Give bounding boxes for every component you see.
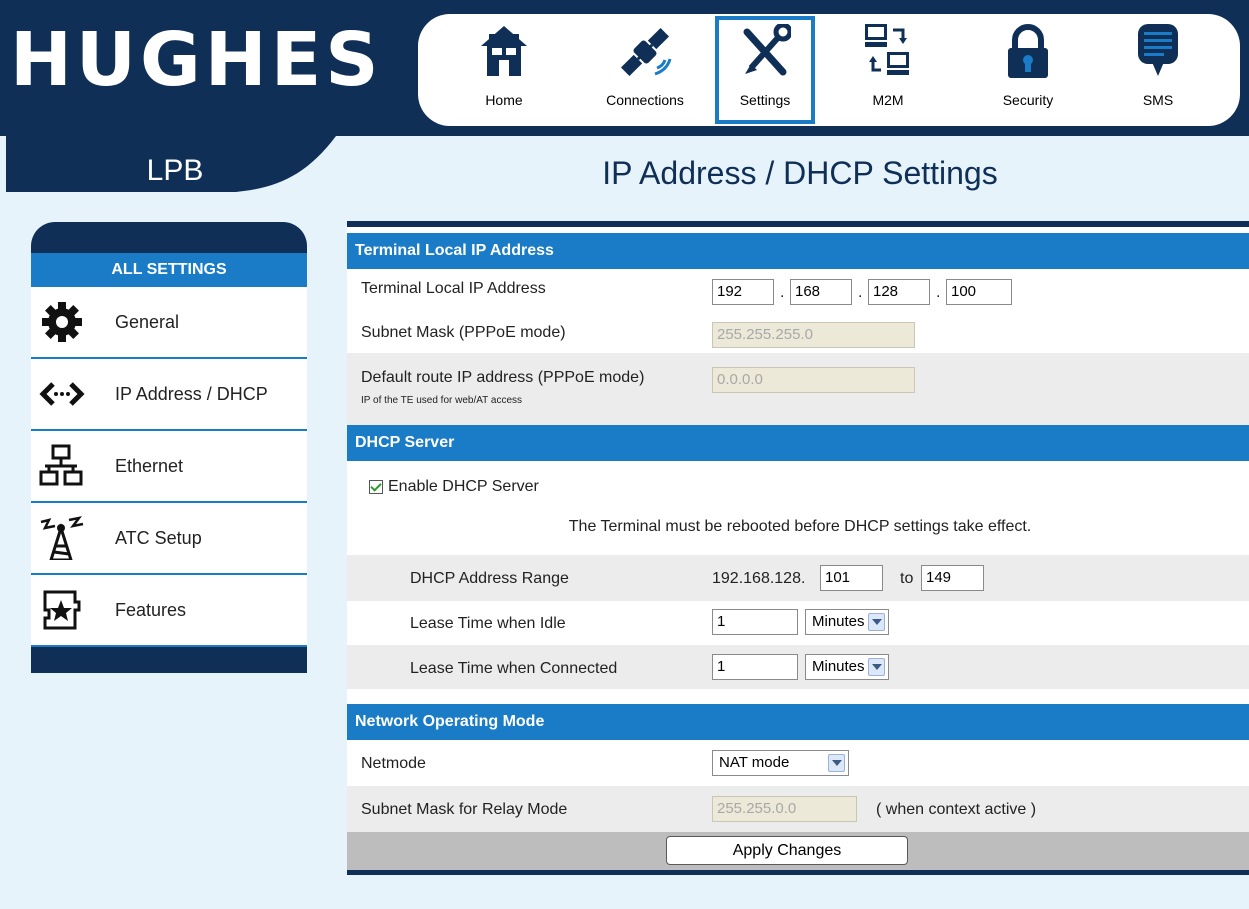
sidebar-heading: ALL SETTINGS [31,253,307,287]
apply-changes-button[interactable]: Apply Changes [666,836,908,865]
nav-sms[interactable]: SMS [1108,18,1208,122]
dhcp-range-end[interactable]: 149 [921,565,984,591]
row-subnet-mask: Subnet Mask (PPPoE mode) 255.255.255.0 [347,309,1249,353]
nav-connections-label: Connections [606,92,684,108]
row-lease-idle: Lease Time when Idle 1 Minutes [347,601,1249,645]
hughes-logo: HUGHES [10,17,383,103]
nav-sms-label: SMS [1142,92,1174,108]
row-netmode: Netmode NAT mode [347,740,1249,786]
sidebar-item-ip-address-label: IP Address / DHCP [115,384,268,404]
lease-idle-unit-select[interactable]: Minutes [805,609,889,635]
relay-subnet-note: ( when context active ) [876,801,1037,818]
lease-connected-unit-select[interactable]: Minutes [805,654,889,680]
relay-subnet-label: Subnet Mask for Relay Mode [361,801,568,818]
padlock-icon [1008,24,1048,78]
default-route-sublabel: IP of the TE used for web/AT access [361,395,523,406]
sidebar-item-atc-setup-label: ATC Setup [115,528,202,548]
ip-octet-4[interactable]: 100 [946,279,1012,305]
nav-home[interactable]: Home [454,18,554,122]
dhcp-range-to: to [900,570,914,587]
chevron-down-icon [868,613,885,631]
sidebar-item-ethernet[interactable]: Ethernet [31,431,307,503]
lease-idle-label: Lease Time when Idle [410,615,566,632]
ip-octet-separator: . [936,284,941,301]
top-nav: Home Connections Settings M2M Security S… [418,14,1240,126]
sidebar-item-features[interactable]: Features [31,575,307,647]
subnet-mask-label: Subnet Mask (PPPoE mode) [361,324,566,341]
nav-connections[interactable]: Connections [595,18,695,122]
nav-settings[interactable]: Settings [715,16,815,124]
row-relay-subnet: Subnet Mask for Relay Mode 255.255.0.0 (… [347,786,1249,832]
device-tab-label: LPB [146,154,204,187]
sidebar-item-general[interactable]: General [31,287,307,359]
gear-icon [42,302,82,342]
puzzle-star-icon [43,590,81,630]
home-icon [481,26,527,76]
row-terminal-ip: Terminal Local IP Address 192 . 168 . 12… [347,269,1249,309]
settings-panel: Terminal Local IP Address Terminal Local… [347,221,1249,875]
nav-home-label: Home [485,92,523,108]
lease-idle-unit-value: Minutes [812,613,865,630]
section-network-mode: Network Operating Mode [347,704,1249,740]
enable-dhcp-label[interactable]: Enable DHCP Server [388,478,539,496]
tools-icon [743,24,791,76]
netmode-value: NAT mode [719,754,790,771]
sidebar-cap [31,222,307,253]
sidebar-item-features-label: Features [115,600,187,620]
row-lease-connected: Lease Time when Connected 1 Minutes [347,645,1249,689]
dhcp-reboot-notice: The Terminal must be rebooted before DHC… [568,518,1032,535]
header: HUGHES Home Connections Settings M2M Sec… [0,0,1249,136]
lease-connected-unit-value: Minutes [812,658,865,675]
ip-octet-3[interactable]: 128 [868,279,930,305]
ip-octet-2[interactable]: 168 [790,279,852,305]
section-terminal-ip: Terminal Local IP Address [347,233,1249,269]
nav-settings-label: Settings [739,92,791,108]
sidebar-item-atc-setup[interactable]: ATC Setup [31,503,307,575]
apply-bar: Apply Changes [347,832,1249,870]
code-arrows-icon [39,382,85,406]
netmode-label: Netmode [361,755,426,772]
m2m-computers-icon [865,24,909,75]
row-dhcp-range: DHCP Address Range 192.168.128. 101 to 1… [347,555,1249,601]
nav-security[interactable]: Security [978,18,1078,122]
ip-octet-separator: . [858,284,863,301]
row-dhcp-enable: Enable DHCP Server The Terminal must be … [347,461,1249,555]
tower-icon [40,516,84,560]
ip-octet-separator: . [780,284,785,301]
nav-m2m[interactable]: M2M [838,18,938,122]
network-icon [39,444,83,486]
ip-octet-1[interactable]: 192 [712,279,774,305]
dhcp-range-start[interactable]: 101 [820,565,883,591]
dhcp-range-prefix: 192.168.128. [712,570,806,587]
default-route-field: 0.0.0.0 [712,367,915,393]
sidebar-item-general-label: General [115,312,180,332]
lease-idle-input[interactable]: 1 [712,609,798,635]
sidebar-footer [31,647,307,673]
sidebar-item-ethernet-label: Ethernet [115,456,184,476]
terminal-ip-label: Terminal Local IP Address [361,280,546,297]
satellite-icon [620,27,672,77]
relay-subnet-field: 255.255.0.0 [712,796,857,822]
row-default-route: Default route IP address (PPPoE mode) IP… [347,353,1249,425]
subnet-mask-field: 255.255.255.0 [712,322,915,348]
page-title: IP Address / DHCP Settings [602,155,998,191]
enable-dhcp-checkbox[interactable] [369,480,383,494]
netmode-select[interactable]: NAT mode [712,750,849,776]
default-route-label: Default route IP address (PPPoE mode) [361,369,645,386]
section-dhcp-server: DHCP Server [347,425,1249,461]
settings-sidebar: ALL SETTINGS General IP Address / DHCP E… [31,222,307,673]
dhcp-range-label: DHCP Address Range [410,570,569,587]
nav-security-label: Security [1002,92,1054,108]
sidebar-item-ip-address[interactable]: IP Address / DHCP [31,359,307,431]
lease-connected-input[interactable]: 1 [712,654,798,680]
lease-connected-label: Lease Time when Connected [410,660,618,677]
nav-m2m-label: M2M [872,92,904,108]
chevron-down-icon [828,754,845,772]
sms-bubble-icon [1138,24,1178,76]
chevron-down-icon [868,658,885,676]
